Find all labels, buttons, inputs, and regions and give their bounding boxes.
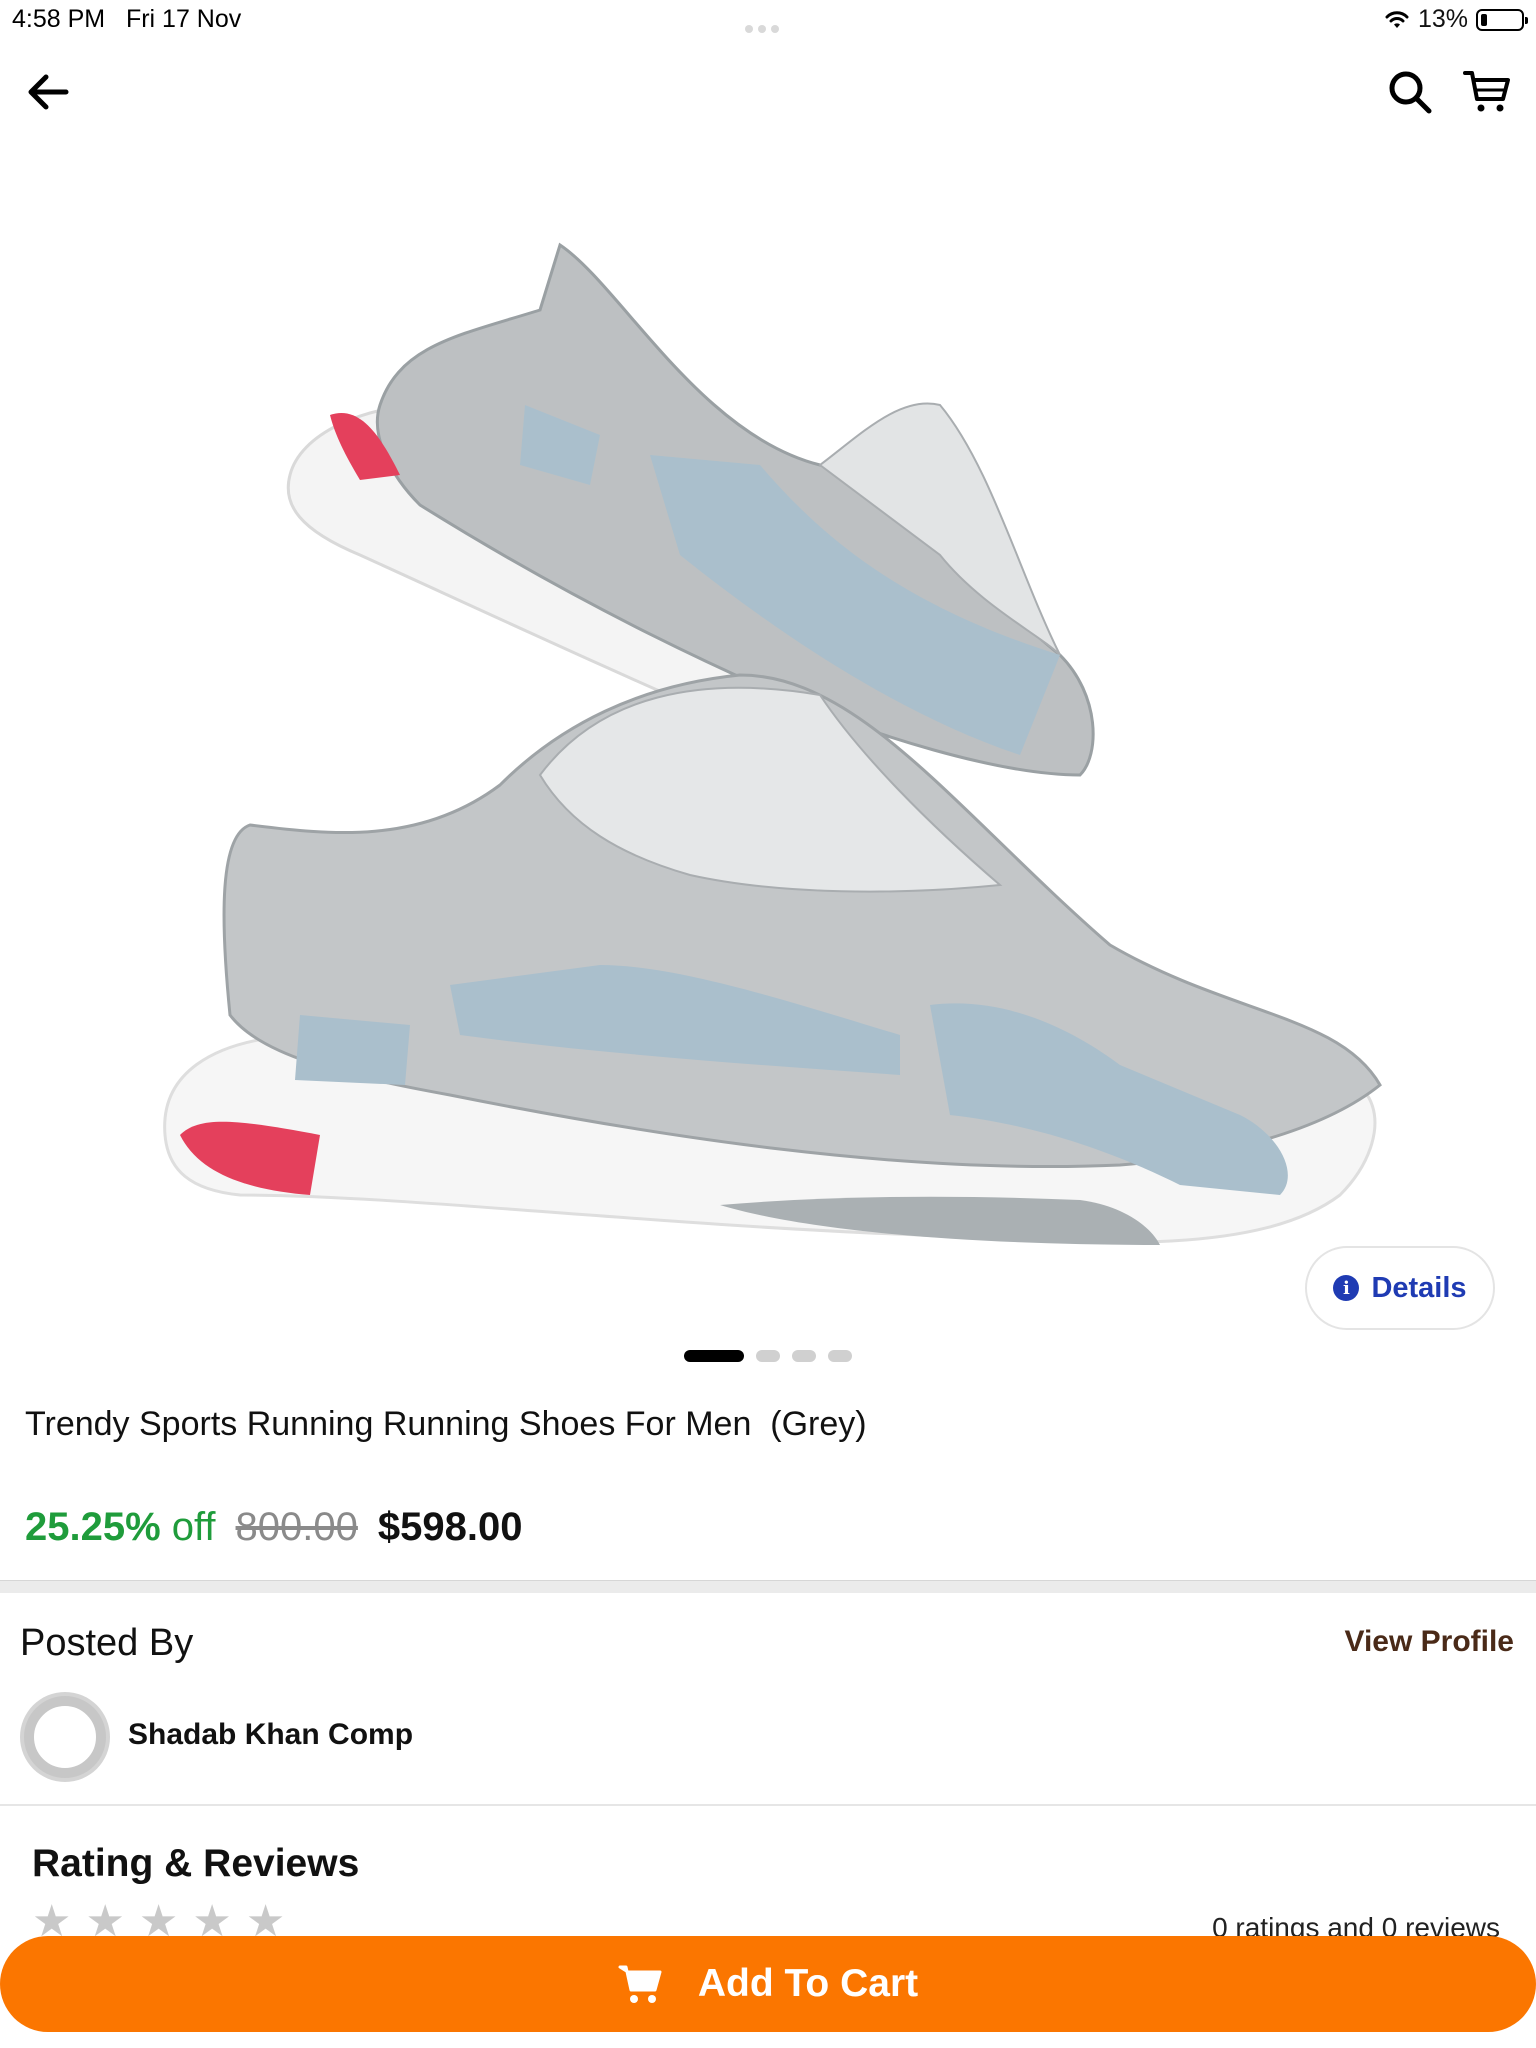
status-bar: 4:58 PM Fri 17 Nov 13% — [0, 0, 1536, 40]
details-button[interactable]: i Details — [1305, 1246, 1495, 1330]
arrow-left-icon — [28, 74, 69, 110]
pager-dot[interactable] — [828, 1350, 852, 1362]
section-divider — [0, 1580, 1536, 1593]
product-image[interactable] — [0, 135, 1536, 1355]
shoe-front — [163, 673, 1382, 1245]
top-nav-bar — [0, 60, 1536, 130]
battery-percent: 13% — [1417, 5, 1468, 33]
multitasking-dots[interactable] — [745, 20, 787, 33]
seller-name[interactable]: Shadab Khan Comp — [128, 1718, 413, 1752]
seller-avatar[interactable] — [20, 1692, 110, 1782]
back-button[interactable] — [18, 62, 78, 122]
posted-by-heading: Posted By — [20, 1622, 194, 1664]
wifi-icon — [1385, 10, 1409, 28]
cart-button[interactable] — [1458, 62, 1518, 122]
add-to-cart-label: Add To Cart — [697, 1962, 919, 2005]
rating-reviews-heading: Rating & Reviews — [32, 1842, 360, 1885]
section-divider-thin — [0, 1804, 1536, 1806]
discount-percent: 25.25% — [25, 1505, 161, 1549]
time-text: 4:58 PM — [12, 5, 106, 33]
image-pager[interactable] — [684, 1350, 852, 1362]
price-row: 25.25% off 800.00 $598.00 — [25, 1505, 522, 1550]
view-profile-link[interactable]: View Profile — [1344, 1625, 1514, 1659]
sale-price: $598.00 — [377, 1505, 523, 1549]
discount-text: 25.25% off — [25, 1505, 216, 1550]
info-icon: i — [1333, 1275, 1360, 1301]
cart-icon — [1463, 71, 1510, 112]
battery-icon — [1476, 8, 1528, 31]
pager-dot-active[interactable] — [684, 1350, 744, 1362]
original-price: 800.00 — [235, 1505, 358, 1549]
status-indicators: 13% — [1384, 5, 1528, 34]
search-button[interactable] — [1380, 62, 1440, 122]
search-icon — [1389, 71, 1432, 114]
pager-dot[interactable] — [792, 1350, 816, 1362]
details-label: Details — [1371, 1271, 1467, 1304]
date-text: Fri 17 Nov — [125, 5, 242, 33]
product-title: Trendy Sports Running Running Shoes For … — [25, 1405, 867, 1443]
add-to-cart-button[interactable]: Add To Cart — [0, 1936, 1536, 2032]
off-label: off — [171, 1505, 216, 1549]
pager-dot[interactable] — [756, 1350, 780, 1362]
status-time: 4:58 PM Fri 17 Nov — [12, 5, 241, 34]
cart-icon — [618, 1965, 662, 2003]
